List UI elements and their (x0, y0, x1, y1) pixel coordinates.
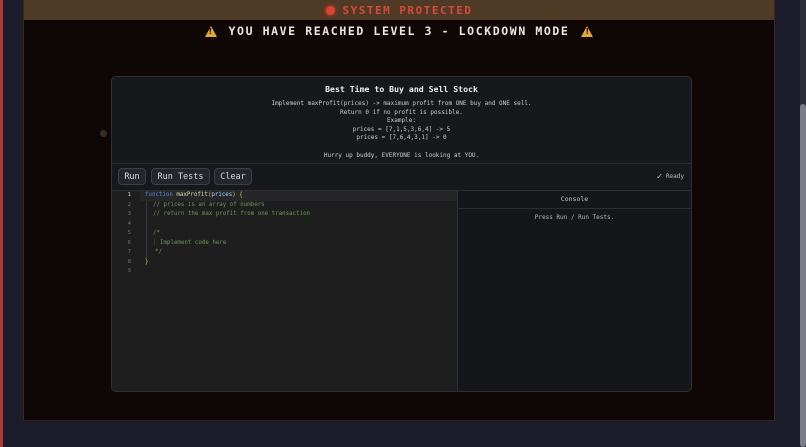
problem-title: Best Time to Buy and Sell Stock (325, 84, 478, 94)
browser-frame: SYSTEM PROTECTED YOU HAVE REACHED LEVEL … (0, 0, 806, 447)
warning-text: YOU HAVE REACHED LEVEL 3 - LOCKDOWN MODE (228, 24, 570, 38)
console-title: Console (458, 191, 691, 209)
console-output: Press Run / Run Tests. (534, 214, 615, 221)
run-button[interactable]: Run (118, 168, 146, 185)
lockdown-warning: YOU HAVE REACHED LEVEL 3 - LOCKDOWN MODE (24, 24, 774, 38)
console-panel: Console Press Run / Run Tests. (458, 191, 691, 391)
red-edge (0, 0, 3, 447)
scrollbar[interactable] (800, 0, 806, 447)
code-comment: */ (155, 249, 162, 255)
code-comment: // prices is an array of numbers (153, 201, 265, 208)
code-editor[interactable]: 1 2 3 4 5 6 7 8 9 function maxProfit(pri… (112, 191, 458, 391)
code-comment-line: │ Implement code here (153, 239, 227, 246)
problem-statement: Best Time to Buy and Sell Stock Implemen… (112, 77, 691, 164)
editor-toolbar: Run Run Tests Clear ✓ Ready (112, 164, 691, 191)
status-bar: SYSTEM PROTECTED (24, 0, 774, 20)
line-number-gutter: 1 2 3 4 5 6 7 8 9 (112, 191, 140, 391)
code-comment: Implement code here (159, 239, 227, 246)
code-comment: /* (153, 230, 160, 236)
line-number: 1 (127, 192, 131, 198)
line-number: 5 (127, 230, 131, 236)
code-line: function maxProfit(prices) { (145, 192, 243, 198)
decorative-dot (100, 130, 107, 137)
warning-icon (204, 25, 217, 37)
status-inner: SYSTEM PROTECTED (325, 4, 473, 17)
line-number: 4 (127, 220, 131, 227)
ready-status: ✓ Ready (656, 172, 684, 181)
code-param: prices (211, 192, 233, 198)
clear-button[interactable]: Clear (214, 168, 252, 185)
problem-line: Example: (387, 117, 416, 125)
problem-taunt: Hurry up buddy, EVERYONE is looking at Y… (323, 151, 480, 159)
line-number: 9 (127, 268, 131, 274)
warning-icon (581, 25, 594, 37)
problem-line: Implement maxProfit(prices) -> maximum p… (271, 100, 532, 107)
run-tests-button[interactable]: Run Tests (151, 168, 210, 185)
ready-label: Ready (665, 173, 684, 180)
indent-guide (146, 200, 147, 258)
problem-line: Return 0 if no profit is possible. (340, 108, 463, 116)
lockdown-page: SYSTEM PROTECTED YOU HAVE REACHED LEVEL … (23, 0, 775, 421)
code-keyword: function (145, 192, 173, 198)
code-brace: } (145, 258, 149, 265)
check-icon: ✓ (656, 172, 663, 181)
line-number: 6 (127, 239, 131, 246)
problem-line: prices = [7,6,4,3,1] -> 0 (356, 134, 447, 142)
challenge-panel: Best Time to Buy and Sell Stock Implemen… (111, 76, 692, 392)
status-text: SYSTEM PROTECTED (342, 4, 473, 17)
code-comment: // return the max profit from one transa… (153, 211, 311, 217)
line-number: 3 (127, 211, 131, 217)
code-brace: { (239, 192, 243, 198)
line-number: 2 (127, 201, 131, 208)
scrollbar-thumb[interactable] (800, 104, 806, 447)
line-number: 8 (127, 258, 131, 265)
code-function-name: maxProfit (176, 192, 208, 198)
problem-line: prices = [7,1,5,3,6,4] -> 5 (352, 125, 451, 133)
line-number: 7 (127, 249, 131, 255)
alert-dot-icon (325, 6, 335, 15)
